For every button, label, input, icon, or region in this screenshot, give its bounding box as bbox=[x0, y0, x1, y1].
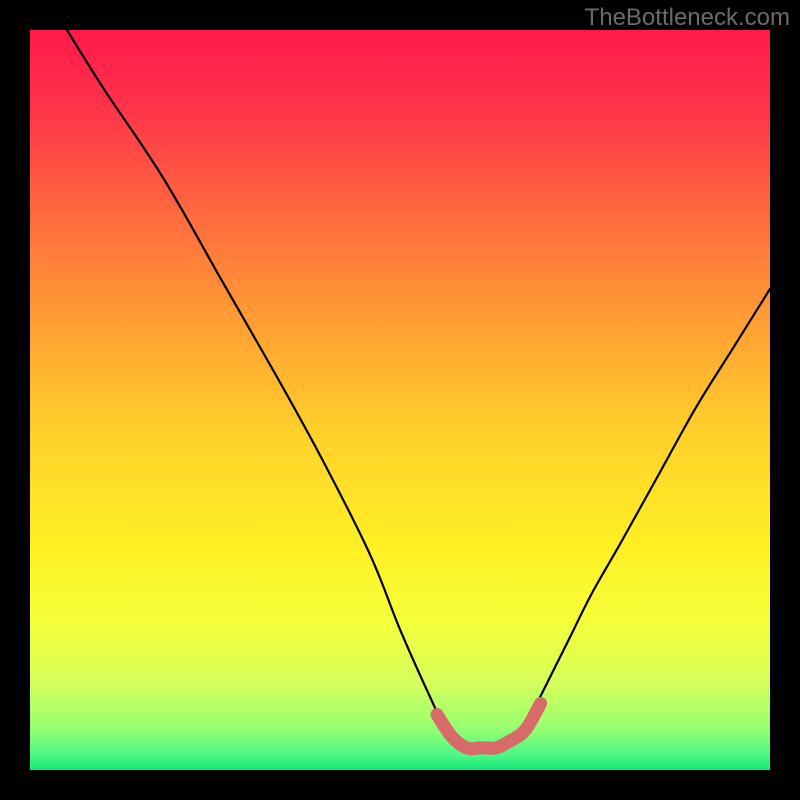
watermark-text: TheBottleneck.com bbox=[585, 4, 790, 32]
bottleneck-chart bbox=[0, 0, 800, 800]
gradient-background bbox=[30, 30, 770, 770]
chart-frame: TheBottleneck.com bbox=[0, 0, 800, 800]
